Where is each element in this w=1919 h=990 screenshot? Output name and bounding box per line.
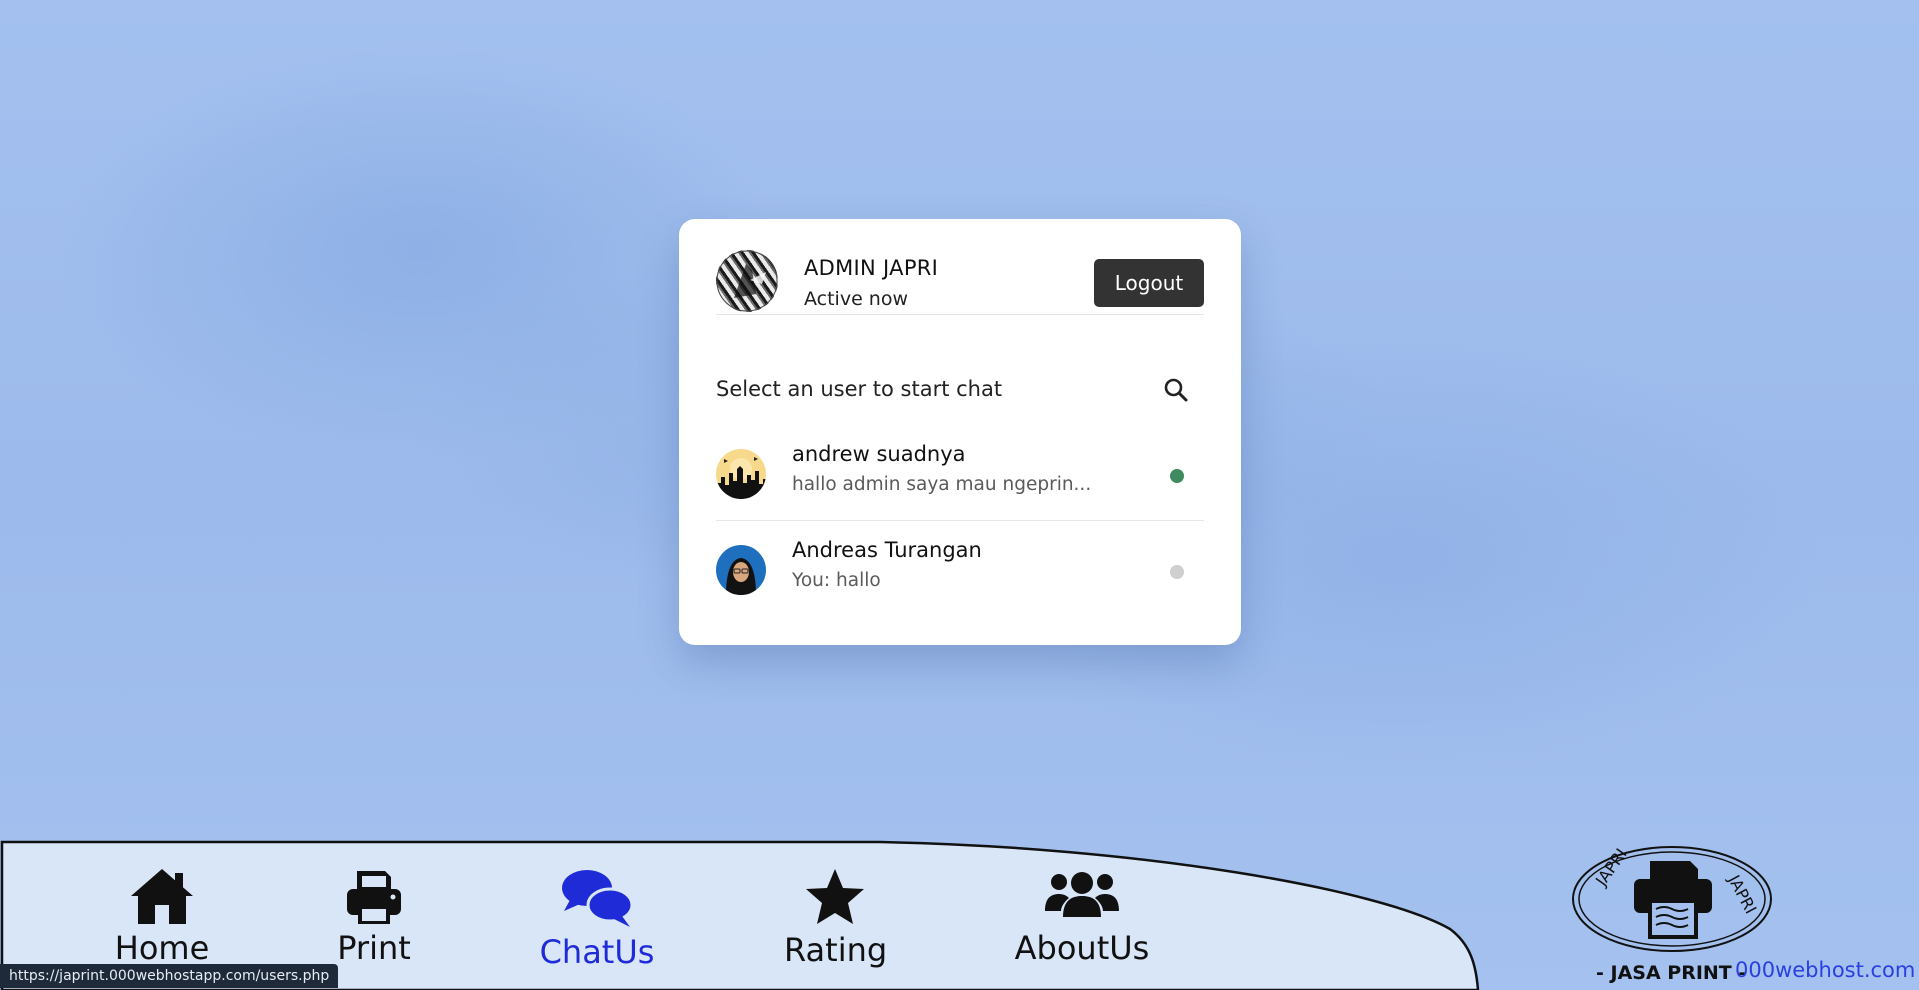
admin-status: Active now [804, 288, 909, 310]
home-icon [131, 869, 193, 924]
user-avatar [716, 545, 766, 595]
nav-print[interactable]: Print [327, 867, 421, 967]
user-last-message: hallo admin saya mau ngeprin... [792, 474, 1092, 495]
nav-label-print: Print [337, 929, 411, 967]
online-status-dot [1170, 469, 1184, 483]
user-name: Andreas Turangan [792, 538, 982, 562]
logo-ring-text-left: JAPRI [1591, 845, 1631, 890]
nav-chatus[interactable]: ChatUs [536, 867, 658, 971]
comments-icon [562, 870, 634, 927]
japri-logo: JAPRI JAPRI [1572, 845, 1772, 952]
nav-rating[interactable]: Rating [784, 867, 888, 969]
search-bar: Select an user to start chat [716, 375, 1204, 407]
offline-status-dot [1170, 565, 1184, 579]
search-prompt: Select an user to start chat [716, 377, 1003, 401]
users-card: ADMIN JAPRI Active now Logout Select an … [679, 219, 1241, 645]
user-list-item[interactable]: andrew suadnya hallo admin saya mau ngep… [716, 440, 1204, 521]
search-icon [1164, 378, 1188, 401]
user-last-message: You: hallo [792, 570, 881, 591]
nav-home[interactable]: Home [112, 867, 212, 967]
nav-label-rating: Rating [784, 931, 888, 969]
nav-label-aboutus: AboutUs [1014, 929, 1150, 967]
admin-name: ADMIN JAPRI [804, 256, 939, 280]
card-header: ADMIN JAPRI Active now Logout [716, 250, 1204, 315]
users-icon [1045, 872, 1119, 917]
user-list-item[interactable]: Andreas Turangan You: hallo [716, 536, 1204, 604]
host-link[interactable]: 000webhost.com [1735, 958, 1915, 982]
logo-tagline: - JASA PRINT - [1596, 962, 1747, 984]
search-button[interactable] [1160, 375, 1192, 407]
logout-button[interactable]: Logout [1094, 259, 1204, 307]
admin-avatar [716, 250, 778, 312]
printer-icon [347, 871, 401, 924]
nav-label-home: Home [114, 929, 210, 967]
star-icon [806, 869, 864, 924]
nav-label-chatus: ChatUs [539, 933, 655, 971]
user-name: andrew suadnya [792, 442, 966, 466]
nav-aboutus[interactable]: AboutUs [1014, 867, 1150, 967]
user-avatar [716, 449, 766, 499]
status-bar-url: https://japrint.000webhostapp.com/users.… [0, 964, 339, 988]
